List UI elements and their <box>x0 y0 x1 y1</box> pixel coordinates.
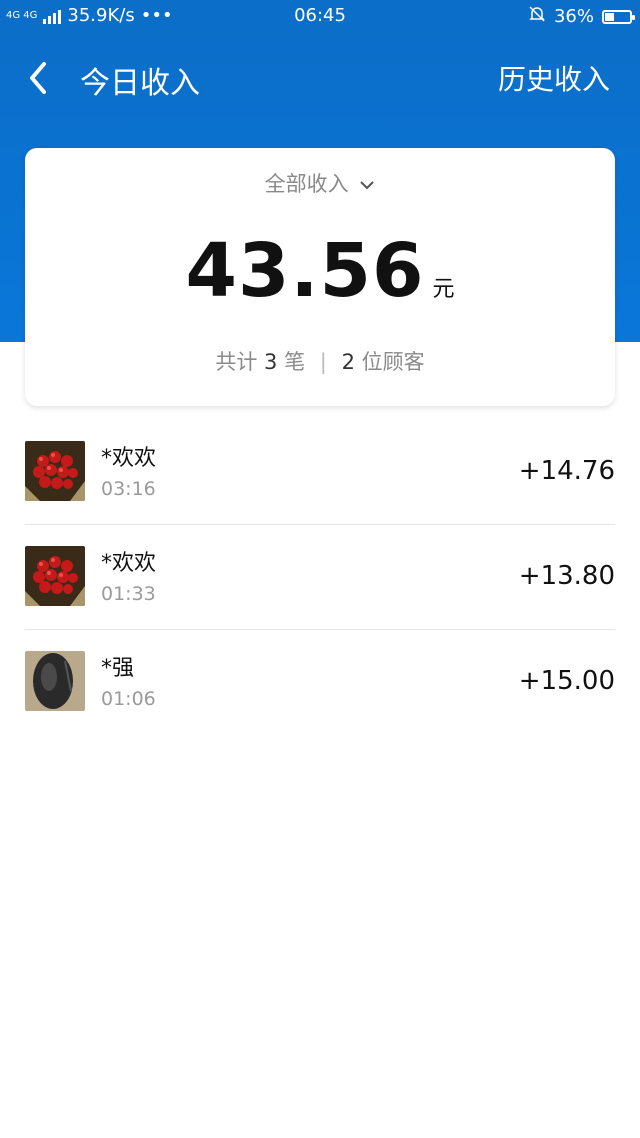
payment-time: 01:06 <box>101 688 156 710</box>
battery-percent: 36% <box>553 6 594 27</box>
payment-amount: +15.00 <box>518 666 615 696</box>
summary-separator: | <box>319 350 327 374</box>
chevron-down-icon <box>360 181 375 190</box>
dark-object-avatar <box>25 651 85 711</box>
payment-amount: +13.80 <box>518 561 615 591</box>
summary-card: 全部收入 43.56 元 共计 3 笔 | 2 位顾客 <box>25 148 615 406</box>
status-bar: 4G 4G 35.9K/s ••• 06:45 36% <box>0 0 640 32</box>
status-right: 36% <box>528 5 635 28</box>
total-amount: 43.56 <box>185 228 425 314</box>
payment-time: 01:33 <box>101 583 156 605</box>
payer-name: *欢欢 <box>101 551 157 576</box>
battery-icon <box>602 9 635 24</box>
chevron-left-icon <box>30 62 46 94</box>
filter-label: 全部收入 <box>264 172 349 196</box>
customer-count: 2 <box>341 350 355 374</box>
currency-unit: 元 <box>432 277 455 302</box>
battery-fill <box>605 12 614 21</box>
transaction-row[interactable]: *欢欢 03:16 +14.76 <box>25 420 615 525</box>
page-title: 今日收入 <box>80 66 200 101</box>
payment-amount: +14.76 <box>518 456 615 486</box>
transaction-row[interactable]: *欢欢 01:33 +13.80 <box>25 525 615 630</box>
payment-time: 03:16 <box>101 478 156 500</box>
back-button[interactable] <box>20 58 60 98</box>
transaction-row[interactable]: *强 01:06 +15.00 <box>25 630 615 734</box>
count-suffix: 笔 <box>284 350 306 374</box>
transaction-summary: 共计 3 笔 | 2 位顾客 <box>25 346 615 376</box>
history-income-link[interactable]: 历史收入 <box>498 58 610 98</box>
bell-muted-icon <box>528 5 546 28</box>
red-flowers-avatar <box>25 441 85 501</box>
payer-name: *欢欢 <box>101 446 157 471</box>
transaction-list: *欢欢 03:16 +14.76 *欢欢 01:33 +13.80 *强 01:… <box>25 420 615 734</box>
red-flowers-avatar <box>25 546 85 606</box>
income-filter-dropdown[interactable]: 全部收入 <box>25 168 615 198</box>
total-amount-row: 43.56 元 <box>25 228 615 314</box>
payer-name: *强 <box>101 656 135 681</box>
customers-suffix: 位顾客 <box>361 350 425 374</box>
count-prefix: 共计 <box>215 350 258 374</box>
transaction-count: 3 <box>264 350 278 374</box>
